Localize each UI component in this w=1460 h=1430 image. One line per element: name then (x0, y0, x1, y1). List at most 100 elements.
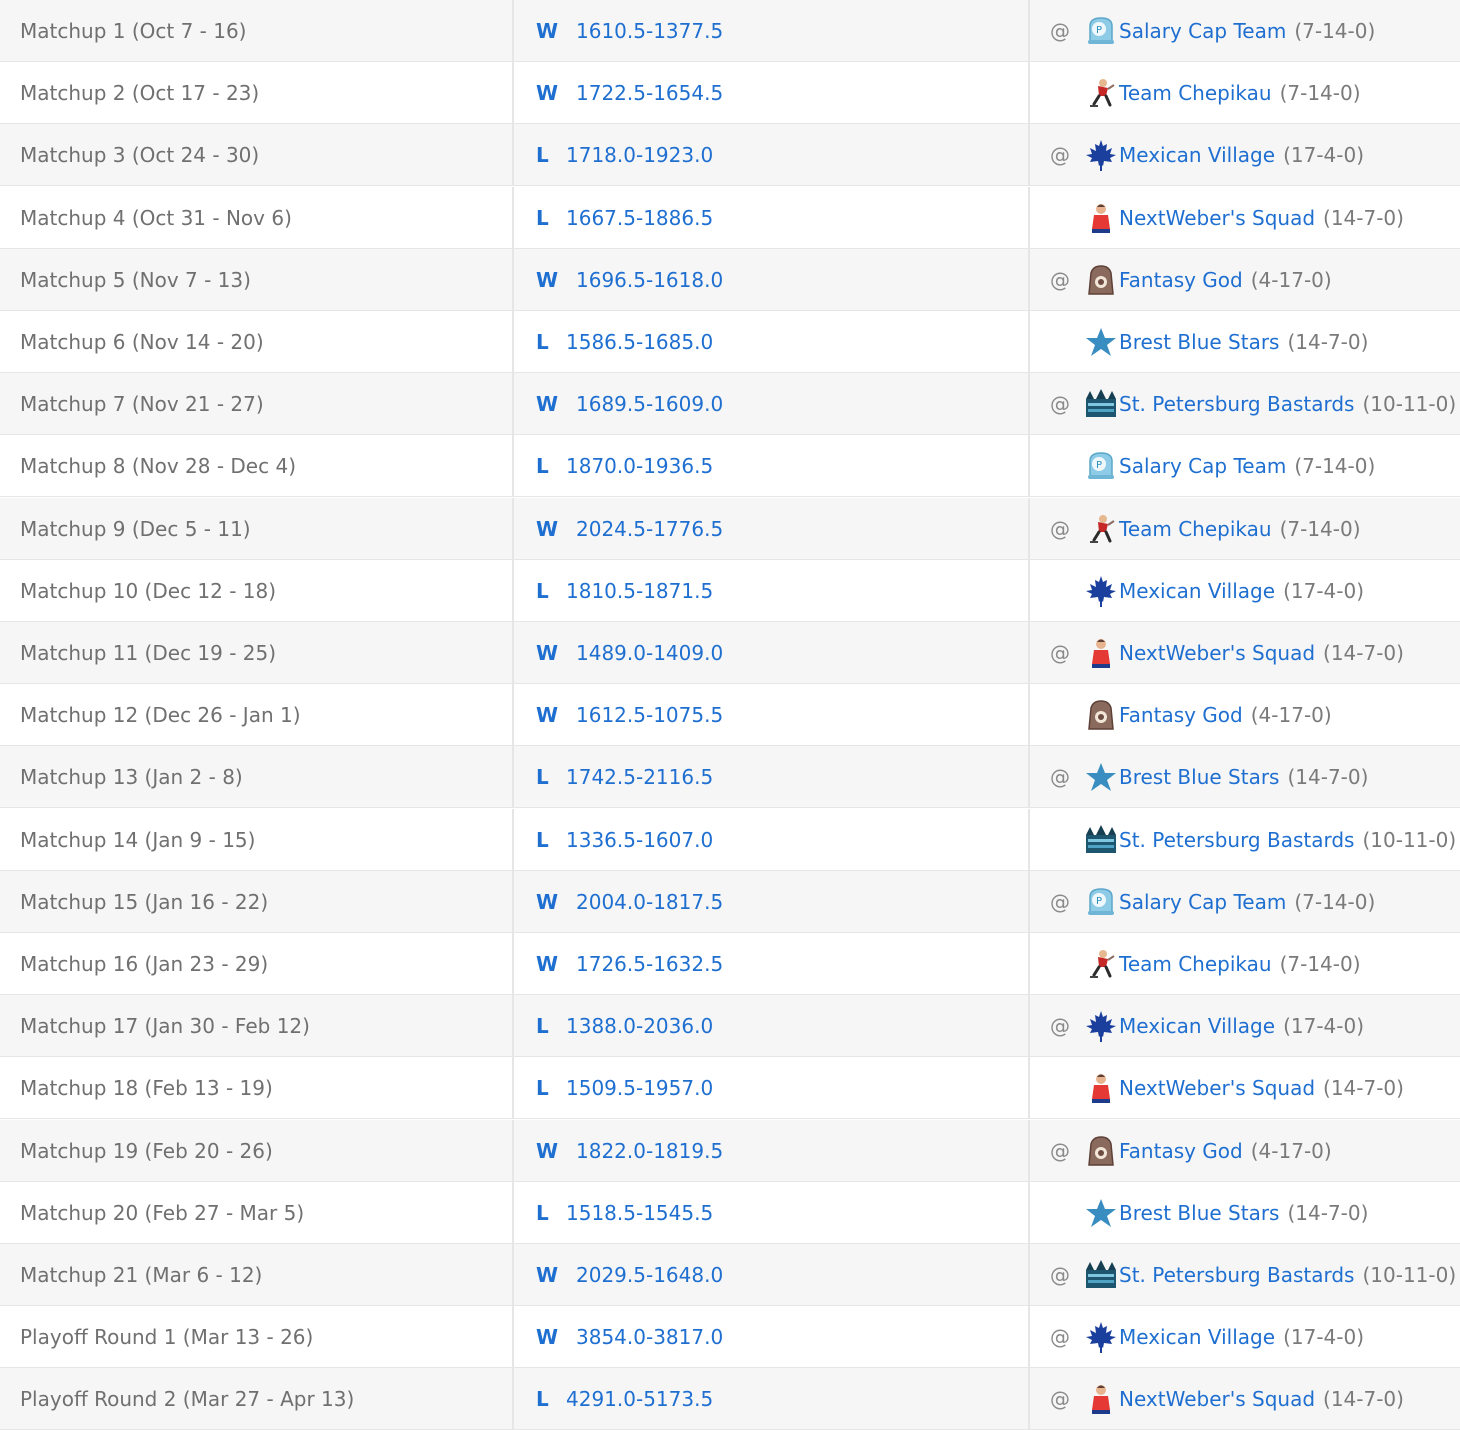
opponent-team-link[interactable]: NextWeber's Squad (1119, 641, 1315, 665)
matchup-period-cell: Matchup 16 (Jan 23 - 29) (0, 933, 514, 994)
opponent-team-link[interactable]: Team Chepikau (1119, 517, 1272, 541)
table-row: Matchup 18 (Feb 13 - 19) L 1509.5-1957.0… (0, 1057, 1460, 1119)
opponent-team-link[interactable]: Team Chepikau (1119, 81, 1272, 105)
away-indicator: @ (1050, 516, 1070, 541)
table-row: Matchup 21 (Mar 6 - 12) W 2029.5-1648.0 … (0, 1244, 1460, 1306)
opponent-team-link[interactable]: Mexican Village (1119, 1325, 1275, 1349)
score-link[interactable]: 1612.5-1075.5 (576, 703, 723, 727)
table-row: Matchup 13 (Jan 2 - 8) L 1742.5-2116.5 @… (0, 746, 1460, 808)
opponent-team-link[interactable]: Mexican Village (1119, 143, 1275, 167)
opponent-team-link[interactable]: St. Petersburg Bastards (1119, 828, 1354, 852)
table-row: Matchup 9 (Dec 5 - 11) W 2024.5-1776.5 @… (0, 498, 1460, 560)
opponent-team-link[interactable]: Salary Cap Team (1119, 890, 1286, 914)
table-row: Matchup 17 (Jan 30 - Feb 12) L 1388.0-20… (0, 995, 1460, 1057)
opponent-team-link[interactable]: NextWeber's Squad (1119, 206, 1315, 230)
score-link[interactable]: 1667.5-1886.5 (566, 206, 713, 230)
opponent-team-link[interactable]: NextWeber's Squad (1119, 1387, 1315, 1411)
table-row: Matchup 11 (Dec 19 - 25) W 1489.0-1409.0… (0, 622, 1460, 684)
result-label: W (536, 80, 559, 105)
opponent-cell: @ Mexican Village (17-4-0) (1030, 995, 1460, 1056)
maple-leaf-logo-icon (1084, 574, 1118, 608)
opponent-team-link[interactable]: Brest Blue Stars (1119, 1201, 1279, 1225)
score-link[interactable]: 2004.0-1817.5 (576, 890, 723, 914)
opponent-team-link[interactable]: Brest Blue Stars (1119, 330, 1279, 354)
opponent-cell: @ St. Petersburg Bastards (10-11-0) (1030, 373, 1460, 434)
salary-cap-logo-icon: P (1084, 449, 1118, 483)
result-cell: L 1388.0-2036.0 (514, 995, 1030, 1056)
opponent-team-link[interactable]: St. Petersburg Bastards (1119, 1263, 1354, 1287)
matchup-period-cell: Matchup 7 (Nov 21 - 27) (0, 373, 514, 434)
opponent-team-link[interactable]: Salary Cap Team (1119, 454, 1286, 478)
matchup-period-cell: Matchup 15 (Jan 16 - 22) (0, 871, 514, 932)
away-indicator: @ (1050, 1013, 1070, 1038)
matchup-period-label: Matchup 5 (Nov 7 - 13) (20, 267, 251, 292)
svg-text:P: P (1096, 896, 1102, 907)
score-link[interactable]: 2029.5-1648.0 (576, 1263, 723, 1287)
away-indicator: @ (1050, 1138, 1070, 1163)
result-cell: W 2024.5-1776.5 (514, 498, 1030, 559)
result-label: L (536, 1386, 549, 1411)
result-cell: W 1610.5-1377.5 (514, 0, 1030, 61)
opponent-cell: @ NextWeber's Squad (14-7-0) (1030, 1368, 1460, 1429)
opponent-cell: Brest Blue Stars (14-7-0) (1030, 1182, 1460, 1243)
opponent-record: (14-7-0) (1323, 1075, 1404, 1100)
score-link[interactable]: 4291.0-5173.5 (566, 1387, 713, 1411)
opponent-team-link[interactable]: Brest Blue Stars (1119, 765, 1279, 789)
matchup-period-cell: Matchup 6 (Nov 14 - 20) (0, 311, 514, 372)
chepikau-logo-icon (1084, 76, 1118, 110)
opponent-team-link[interactable]: NextWeber's Squad (1119, 1076, 1315, 1100)
opponent-team-link[interactable]: Team Chepikau (1119, 952, 1272, 976)
result-cell: L 1518.5-1545.5 (514, 1182, 1030, 1243)
score-link[interactable]: 1388.0-2036.0 (566, 1014, 713, 1038)
matchup-period-label: Matchup 7 (Nov 21 - 27) (20, 391, 264, 416)
matchup-period-cell: Matchup 4 (Oct 31 - Nov 6) (0, 187, 514, 248)
result-label: W (536, 18, 559, 43)
opponent-team-link[interactable]: Fantasy God (1119, 268, 1243, 292)
matchup-period-label: Matchup 12 (Dec 26 - Jan 1) (20, 702, 301, 727)
score-link[interactable]: 1822.0-1819.5 (576, 1139, 723, 1163)
away-indicator: @ (1050, 889, 1070, 914)
score-link[interactable]: 1726.5-1632.5 (576, 952, 723, 976)
opponent-team-link[interactable]: Fantasy God (1119, 703, 1243, 727)
opponent-team-link[interactable]: Fantasy God (1119, 1139, 1243, 1163)
opponent-cell: @ Fantasy God (4-17-0) (1030, 249, 1460, 310)
nextweber-logo-icon (1084, 1071, 1118, 1105)
matchup-period-cell: Matchup 1 (Oct 7 - 16) (0, 0, 514, 61)
result-label: L (536, 205, 549, 230)
opponent-team-link[interactable]: St. Petersburg Bastards (1119, 392, 1354, 416)
score-link[interactable]: 1696.5-1618.0 (576, 268, 723, 292)
opponent-cell: Team Chepikau (7-14-0) (1030, 62, 1460, 123)
score-link[interactable]: 1509.5-1957.0 (566, 1076, 713, 1100)
result-cell: W 1822.0-1819.5 (514, 1120, 1030, 1181)
maple-leaf-logo-icon (1084, 1009, 1118, 1043)
matchup-period-label: Matchup 6 (Nov 14 - 20) (20, 329, 264, 354)
score-link[interactable]: 1518.5-1545.5 (566, 1201, 713, 1225)
opponent-record: (17-4-0) (1283, 1324, 1364, 1349)
svg-text:P: P (1096, 460, 1102, 471)
opponent-team-link[interactable]: Mexican Village (1119, 1014, 1275, 1038)
opponent-record: (10-11-0) (1362, 1262, 1457, 1287)
score-link[interactable]: 1810.5-1871.5 (566, 579, 713, 603)
score-link[interactable]: 1870.0-1936.5 (566, 454, 713, 478)
table-row: Matchup 8 (Nov 28 - Dec 4) L 1870.0-1936… (0, 435, 1460, 497)
score-link[interactable]: 1718.0-1923.0 (566, 143, 713, 167)
score-link[interactable]: 1586.5-1685.0 (566, 330, 713, 354)
score-link[interactable]: 1722.5-1654.5 (576, 81, 723, 105)
away-indicator: @ (1050, 640, 1070, 665)
result-cell: W 1722.5-1654.5 (514, 62, 1030, 123)
score-link[interactable]: 1689.5-1609.0 (576, 392, 723, 416)
result-cell: L 4291.0-5173.5 (514, 1368, 1030, 1429)
score-link[interactable]: 3854.0-3817.0 (576, 1325, 723, 1349)
opponent-team-link[interactable]: Mexican Village (1119, 579, 1275, 603)
score-link[interactable]: 1489.0-1409.0 (576, 641, 723, 665)
result-label: W (536, 702, 559, 727)
score-link[interactable]: 2024.5-1776.5 (576, 517, 723, 541)
score-link[interactable]: 1336.5-1607.0 (566, 828, 713, 852)
score-link[interactable]: 1742.5-2116.5 (566, 765, 713, 789)
score-link[interactable]: 1610.5-1377.5 (576, 19, 723, 43)
matchup-period-cell: Matchup 20 (Feb 27 - Mar 5) (0, 1182, 514, 1243)
result-label: W (536, 267, 559, 292)
result-cell: L 1718.0-1923.0 (514, 124, 1030, 185)
matchup-period-cell: Matchup 10 (Dec 12 - 18) (0, 560, 514, 621)
opponent-team-link[interactable]: Salary Cap Team (1119, 19, 1286, 43)
